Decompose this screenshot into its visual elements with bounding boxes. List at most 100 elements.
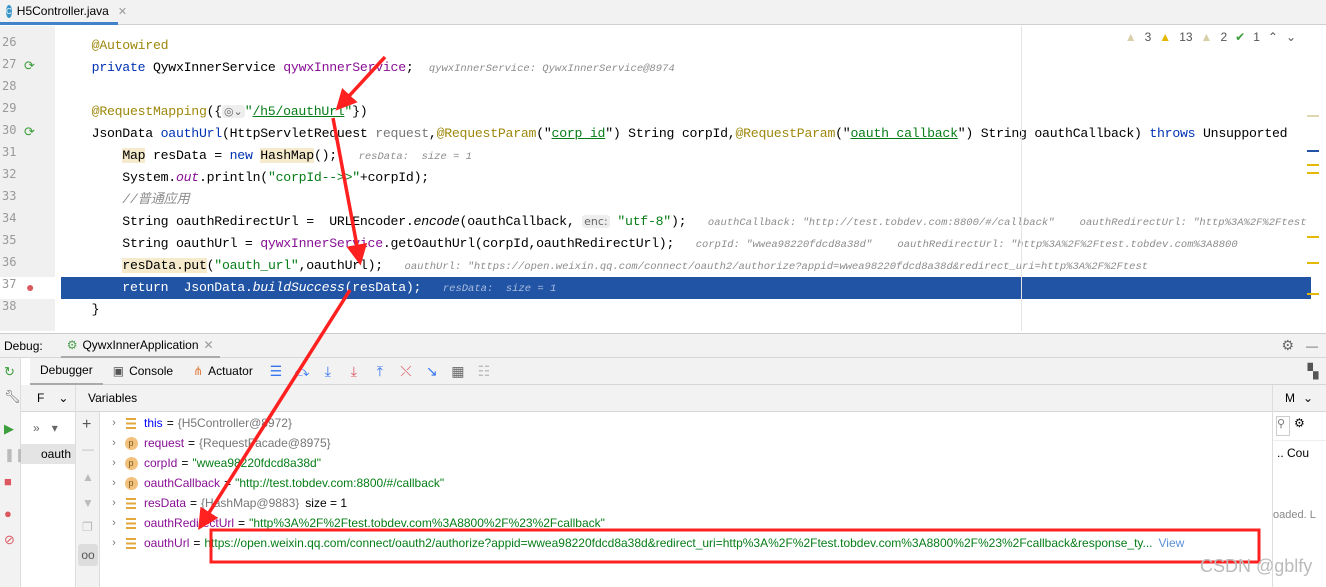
frames-tab[interactable]: F	[37, 391, 44, 405]
code-line[interactable]: System.out.println("corpId-->>"+corpId);	[61, 167, 429, 189]
search-icon[interactable]: ⚲	[1276, 416, 1290, 436]
code-token: Map	[122, 148, 146, 163]
variable-row[interactable]: › p corpId = "wwea98220fdcd8a38d"	[100, 453, 321, 473]
line-number: 36	[2, 255, 17, 269]
tab-debugger[interactable]: Debugger	[30, 358, 103, 385]
resume-icon[interactable]: ▶	[4, 421, 14, 437]
glasses-icon[interactable]: oo	[78, 544, 98, 566]
variable-value: "http%3A%2F%2Ftest.tobdev.com%3A8800%2F%…	[249, 516, 605, 530]
right-margin-guide	[1021, 26, 1022, 331]
stripe-mark[interactable]	[1307, 150, 1319, 152]
code-line[interactable]: private QywxInnerService qywxInnerServic…	[61, 57, 675, 79]
chevron-down-icon[interactable]: ⌄	[1303, 391, 1313, 405]
settings-gear-icon[interactable]: ⚙	[1281, 337, 1294, 354]
code-token: }	[61, 302, 100, 317]
request-mapping-icon[interactable]: ⟳	[24, 124, 35, 140]
wrench-icon[interactable]: 🔧︎	[4, 389, 21, 405]
line-gutter: 26 27 ⟳ 28 29 30 ⟳ 31 32 33 34 35 36 37 ● 38	[0, 26, 55, 331]
layout-icon[interactable]: ▚	[1300, 363, 1326, 380]
chevron-down-icon[interactable]: ⌄	[58, 391, 68, 405]
spring-boot-icon: ⚙	[66, 337, 78, 352]
move-up-icon[interactable]: ▲	[82, 470, 94, 484]
variable-row[interactable]: › p request = {RequestFacade@8975}	[100, 433, 331, 453]
run-to-cursor-icon[interactable]: ↘	[419, 363, 445, 380]
variable-row[interactable]: › p oauthCallback = "http://test.tobdev.…	[100, 473, 444, 493]
code-line[interactable]: String oauthUrl = qywxInnerService.getOa…	[61, 233, 1237, 255]
close-icon[interactable]: ✕	[118, 5, 127, 18]
autowired-bean-icon[interactable]: ⟳	[24, 58, 35, 74]
code-token: +corpId);	[359, 170, 429, 185]
code-line[interactable]: //普通应用	[61, 189, 189, 211]
step-into-icon[interactable]: ⤓	[315, 363, 341, 380]
step-out-icon[interactable]: ⤒	[367, 363, 393, 380]
stripe-mark[interactable]	[1307, 262, 1319, 264]
column-header-count[interactable]: Cou	[1287, 446, 1309, 460]
stop-icon[interactable]: ■	[4, 474, 12, 489]
chevron-up-icon[interactable]: ⌃	[1268, 30, 1278, 44]
variable-row[interactable]: › oauthUrl = https://open.weixin.qq.com/…	[100, 533, 1184, 553]
variable-name: this	[144, 416, 163, 430]
code-line[interactable]: String oauthRedirectUrl = URLEncoder.enc…	[61, 211, 1306, 233]
code-line[interactable]: Map resData = new HashMap(); resData: si…	[61, 145, 472, 167]
expand-chevron-icon[interactable]: ›	[104, 433, 124, 453]
rerun-icon[interactable]: ↻	[4, 364, 15, 380]
code-token: "corpId-->>"	[267, 170, 360, 185]
code-line[interactable]: }	[61, 299, 100, 321]
add-watch-icon[interactable]: +	[82, 416, 91, 434]
drop-frame-icon[interactable]: ⤬	[393, 363, 419, 380]
frame-item[interactable]: oauth	[21, 444, 75, 464]
expand-chevron-icon[interactable]: ›	[104, 513, 124, 533]
variable-value: {HashMap@9883}	[201, 496, 300, 510]
settings-gear-icon[interactable]: ⚙	[1294, 416, 1305, 436]
tab-actuator[interactable]: ⋔ Actuator	[183, 358, 263, 384]
duplicate-icon[interactable]: ❐	[82, 520, 93, 534]
trace-stream-icon[interactable]: ☷	[471, 363, 497, 380]
variables-tree[interactable]: › this = {H5Controller@8972} › p request…	[100, 413, 1272, 587]
minimize-icon[interactable]: —	[1306, 339, 1318, 353]
show-execution-point-icon[interactable]: ☰	[263, 363, 289, 380]
run-config-tab[interactable]: ⚙ QywxInnerApplication ✕	[60, 334, 220, 358]
variable-row[interactable]: › this = {H5Controller@8972}	[100, 413, 292, 433]
code-token: HashMap	[260, 148, 314, 163]
close-icon[interactable]: ✕	[204, 338, 214, 352]
mute-breakpoints-icon[interactable]: ⊘	[4, 532, 15, 548]
code-line[interactable]: resData.put("oauth_url",oauthUrl); oauth…	[61, 255, 1148, 277]
variable-row[interactable]: › resData = {HashMap@9883} size = 1	[100, 493, 347, 513]
inspection-widget[interactable]: ▲ 3 ▲ 13 ▲ 2 ✔ 1 ⌃ ⌄	[1125, 30, 1296, 44]
memory-tab[interactable]: M	[1285, 391, 1295, 405]
stripe-mark[interactable]	[1307, 236, 1319, 238]
code-line[interactable]: @RequestMapping({◎⌄ "/h5/oauthUrl"})	[61, 101, 368, 123]
expand-chevron-icon[interactable]: ›	[104, 413, 124, 433]
code-line[interactable]: return JsonData.buildSuccess(resData); r…	[61, 277, 1311, 299]
stripe-mark[interactable]	[1307, 164, 1319, 166]
chevron-down-icon[interactable]: ⌄	[1286, 30, 1296, 44]
stripe-mark[interactable]	[1307, 172, 1319, 174]
expand-chevron-icon[interactable]: ›	[104, 493, 124, 513]
code-line[interactable]: JsonData oauthUrl(HttpServletRequest req…	[61, 123, 1288, 145]
code-line[interactable]: @Autowired	[61, 35, 169, 57]
force-step-into-icon[interactable]: ⤓	[341, 363, 367, 380]
code-token: oauthUrl: "https://open.weixin.qq.com/co…	[398, 261, 1149, 273]
parameter-icon: p	[124, 456, 138, 470]
remove-watch-icon[interactable]: —	[82, 442, 94, 456]
variable-row[interactable]: › oauthRedirectUrl = "http%3A%2F%2Ftest.…	[100, 513, 605, 533]
thread-selector[interactable]: » ▾	[21, 412, 75, 444]
error-stripe[interactable]	[1306, 26, 1326, 331]
line-number: 32	[2, 167, 17, 181]
tab-console[interactable]: ▣ Console	[103, 358, 183, 384]
breakpoint-icon[interactable]: ●	[26, 279, 34, 295]
stripe-mark[interactable]	[1307, 115, 1319, 117]
evaluate-expression-icon[interactable]: ▦	[445, 363, 471, 380]
expand-chevron-icon[interactable]: ›	[104, 453, 124, 473]
code-editor[interactable]: @Autowired private QywxInnerService qywx…	[55, 26, 1311, 331]
step-over-icon[interactable]: ⤼	[289, 363, 315, 380]
stripe-mark[interactable]	[1307, 293, 1319, 295]
code-token: throws	[1149, 126, 1196, 141]
tab-h5controller[interactable]: C H5Controller.java ✕	[0, 0, 127, 25]
expand-chevron-icon[interactable]: ›	[104, 473, 124, 493]
move-down-icon[interactable]: ▼	[82, 496, 94, 510]
view-breakpoints-icon[interactable]: ●	[4, 506, 12, 521]
view-link[interactable]: View	[1159, 533, 1185, 553]
expand-chevron-icon[interactable]: ›	[104, 533, 124, 553]
